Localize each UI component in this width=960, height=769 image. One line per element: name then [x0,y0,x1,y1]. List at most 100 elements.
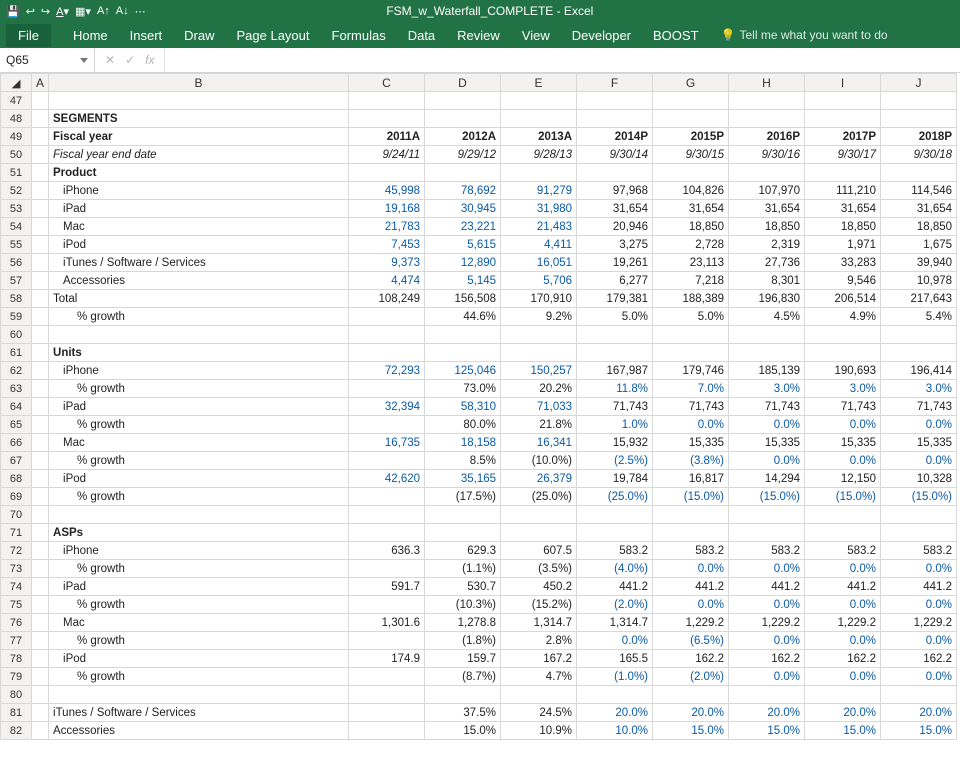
cell[interactable]: 24.5% [501,704,577,722]
cell[interactable]: 30,945 [425,200,501,218]
col-header[interactable]: H [729,74,805,92]
cell[interactable]: 217,643 [881,290,957,308]
row-header[interactable]: 63 [1,380,32,398]
cell-label[interactable]: iTunes / Software / Services [49,704,349,722]
undo-icon[interactable]: ↩ [26,5,35,18]
cell[interactable]: (17.5%) [425,488,501,506]
cell[interactable]: 5,145 [425,272,501,290]
cell[interactable]: 15.0% [425,722,501,740]
cell[interactable] [577,686,653,704]
cell[interactable] [32,326,49,344]
row-header[interactable]: 62 [1,362,32,380]
row-header[interactable]: 79 [1,668,32,686]
cell[interactable] [32,308,49,326]
cell[interactable]: 11.8% [577,380,653,398]
tab-home[interactable]: Home [73,28,108,43]
cell[interactable]: 162.2 [881,650,957,668]
cell[interactable]: 31,980 [501,200,577,218]
row-header[interactable]: 81 [1,704,32,722]
cell[interactable] [577,326,653,344]
cell[interactable]: 32,394 [349,398,425,416]
cell[interactable]: 19,168 [349,200,425,218]
cell[interactable]: 4.7% [501,668,577,686]
cell[interactable] [349,722,425,740]
cell[interactable]: 0.0% [653,560,729,578]
cell[interactable] [32,254,49,272]
cell[interactable] [349,488,425,506]
cell[interactable] [425,524,501,542]
cell[interactable]: 441.2 [577,578,653,596]
cell[interactable] [32,164,49,182]
row-header[interactable]: 74 [1,578,32,596]
cell[interactable]: 15.0% [805,722,881,740]
cell[interactable]: 58,310 [425,398,501,416]
cell[interactable] [349,380,425,398]
cell[interactable] [32,506,49,524]
cell[interactable]: 6,277 [577,272,653,290]
cell[interactable]: 1,314.7 [501,614,577,632]
cell[interactable]: 71,743 [653,398,729,416]
cell[interactable]: 4.9% [805,308,881,326]
tab-review[interactable]: Review [457,28,500,43]
cell[interactable]: 71,743 [881,398,957,416]
cell-label[interactable]: Units [49,344,349,362]
name-box[interactable]: Q65 [0,48,95,72]
cell[interactable] [32,110,49,128]
cell[interactable] [729,326,805,344]
cell[interactable]: 1,229.2 [881,614,957,632]
cell[interactable]: 73.0% [425,380,501,398]
font-color-icon[interactable]: A▾ [56,5,69,18]
cell[interactable]: 190,693 [805,362,881,380]
cell[interactable] [881,326,957,344]
row-header[interactable]: 47 [1,92,32,110]
cell[interactable]: 1,301.6 [349,614,425,632]
row-header[interactable]: 82 [1,722,32,740]
cell[interactable] [425,164,501,182]
cell[interactable] [577,110,653,128]
cell[interactable]: 3.0% [881,380,957,398]
cell[interactable]: (15.2%) [501,596,577,614]
row-header[interactable]: 71 [1,524,32,542]
cell[interactable]: (15.0%) [881,488,957,506]
cell[interactable]: 196,414 [881,362,957,380]
cell[interactable]: 0.0% [653,596,729,614]
cell[interactable]: (6.5%) [653,632,729,650]
row-header[interactable]: 73 [1,560,32,578]
cell-label[interactable] [49,92,349,110]
accept-icon[interactable]: ✓ [125,53,135,67]
cell-label[interactable]: % growth [49,380,349,398]
cell[interactable]: 0.0% [729,416,805,434]
cell[interactable]: 27,736 [729,254,805,272]
cell-label[interactable]: Mac [49,218,349,236]
cell-label[interactable]: iPhone [49,542,349,560]
cell-label[interactable]: SEGMENTS [49,110,349,128]
cell[interactable]: 31,654 [577,200,653,218]
cell[interactable] [349,632,425,650]
cell[interactable]: 18,850 [805,218,881,236]
cell[interactable]: 179,381 [577,290,653,308]
cell-label[interactable]: iPhone [49,362,349,380]
cell[interactable]: 4,474 [349,272,425,290]
cell[interactable] [881,344,957,362]
row-header[interactable]: 75 [1,596,32,614]
cell[interactable] [32,524,49,542]
cell[interactable]: 185,139 [729,362,805,380]
cell[interactable] [805,92,881,110]
cell[interactable]: 2,728 [653,236,729,254]
cell[interactable]: 607.5 [501,542,577,560]
cell[interactable] [501,164,577,182]
cell[interactable]: 71,743 [729,398,805,416]
cell[interactable] [653,110,729,128]
cell[interactable]: 21,783 [349,218,425,236]
cell-label[interactable]: iPod [49,470,349,488]
cell[interactable]: 19,784 [577,470,653,488]
cell-label[interactable]: iPad [49,398,349,416]
cell[interactable]: 71,743 [577,398,653,416]
col-header[interactable]: F [577,74,653,92]
cell[interactable] [653,92,729,110]
cell[interactable]: (15.0%) [729,488,805,506]
cell[interactable]: 1,229.2 [729,614,805,632]
cell[interactable]: 44.6% [425,308,501,326]
cell[interactable] [32,380,49,398]
cell[interactable] [653,686,729,704]
